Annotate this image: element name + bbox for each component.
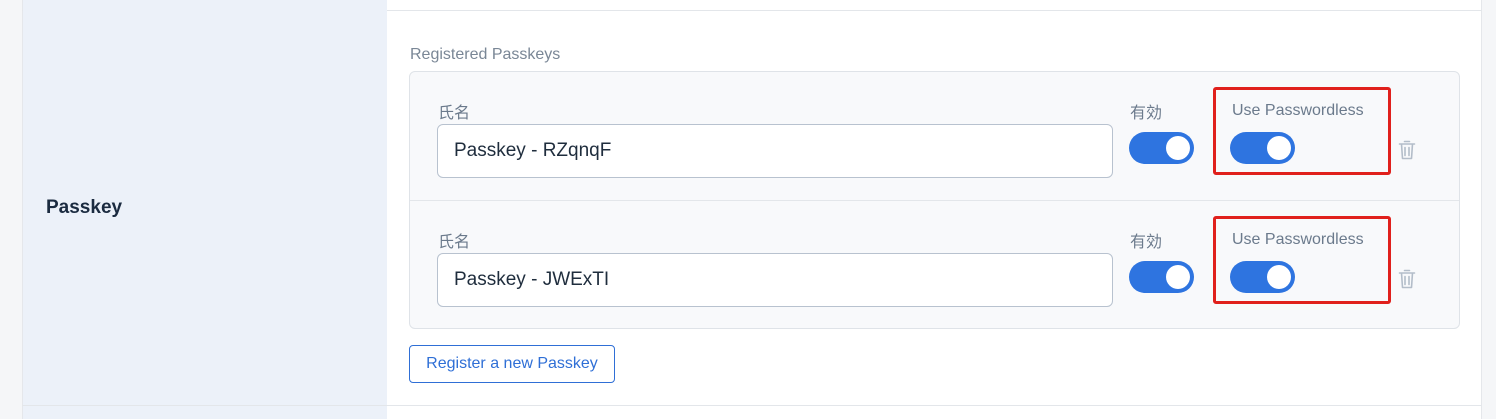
highlight-box: Use Passwordless <box>1213 87 1391 175</box>
passkey-name-input[interactable] <box>437 253 1113 307</box>
section-title: Registered Passkeys <box>410 46 561 63</box>
name-label: 氏名 <box>438 234 471 251</box>
enabled-toggle[interactable] <box>1129 132 1194 164</box>
enabled-label: 有効 <box>1130 105 1163 122</box>
toggle-knob <box>1267 265 1291 289</box>
passwordless-toggle[interactable] <box>1230 132 1295 164</box>
passkey-item: 氏名 有効 Use Passwordless <box>410 200 1459 328</box>
enabled-label: 有効 <box>1130 234 1163 251</box>
register-passkey-button[interactable]: Register a new Passkey <box>409 345 615 383</box>
passwordless-label: Use Passwordless <box>1232 102 1364 119</box>
passwordless-label: Use Passwordless <box>1232 231 1364 248</box>
highlight-box: Use Passwordless <box>1213 216 1391 304</box>
passkey-item: 氏名 有効 Use Passwordless <box>410 72 1459 200</box>
divider <box>22 405 1482 406</box>
passkey-list: 氏名 有効 Use Passwordless 氏名 有効 Use Passwor… <box>409 71 1460 329</box>
row-label: Passkey <box>46 197 123 218</box>
passkey-name-input[interactable] <box>437 124 1113 178</box>
toggle-knob <box>1166 136 1190 160</box>
name-label: 氏名 <box>438 105 471 122</box>
toggle-knob <box>1267 136 1291 160</box>
trash-icon[interactable] <box>1398 139 1416 161</box>
enabled-toggle[interactable] <box>1129 261 1194 293</box>
passwordless-toggle[interactable] <box>1230 261 1295 293</box>
toggle-knob <box>1166 265 1190 289</box>
trash-icon[interactable] <box>1398 268 1416 290</box>
